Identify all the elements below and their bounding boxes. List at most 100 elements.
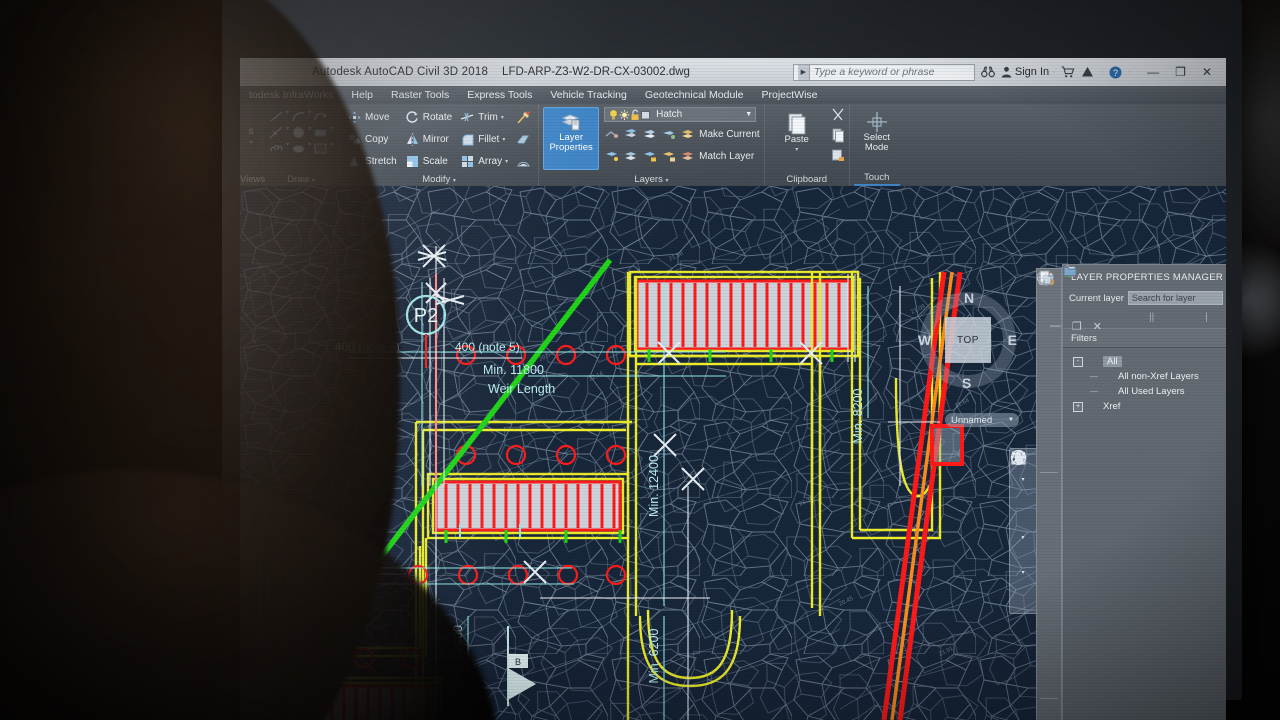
- showmotion-icon[interactable]: [1014, 581, 1032, 599]
- select-mode-button[interactable]: Select Mode: [854, 107, 900, 170]
- superelevation-icon[interactable]: [1040, 675, 1058, 693]
- menu-item-projectwise[interactable]: ProjectWise: [753, 89, 827, 101]
- point-cloud-icon[interactable]: [1040, 412, 1058, 430]
- zoom-chevron-down-icon[interactable]: ▾: [1021, 534, 1024, 541]
- layout-selector-dropdown[interactable]: Unnamed ▼: [945, 413, 1019, 427]
- corridor-icon[interactable]: [1040, 495, 1058, 513]
- trim-button[interactable]: Trim ▾: [457, 107, 511, 127]
- grading-icon[interactable]: [1040, 595, 1058, 613]
- layer-unlock-icon[interactable]: [661, 149, 676, 164]
- layer-thaw-icon[interactable]: [623, 149, 638, 164]
- sphere-tool-icon[interactable]: [1040, 635, 1058, 653]
- menu-item-vehicle-tracking[interactable]: Vehicle Tracking: [541, 89, 635, 101]
- point-group-icon[interactable]: [1040, 372, 1058, 390]
- quantity-takeoff-icon[interactable]: [1040, 655, 1058, 673]
- current-layer-dropdown[interactable]: Hatch ▼: [604, 107, 756, 122]
- binoculars-icon[interactable]: [981, 66, 995, 78]
- paste-special-icon[interactable]: [830, 147, 845, 165]
- pressure-network-icon[interactable]: [1040, 535, 1058, 553]
- unlock-icon[interactable]: [630, 109, 640, 121]
- layer-isolate-icon[interactable]: [623, 127, 638, 142]
- tree-expander-all[interactable]: -: [1073, 357, 1083, 367]
- sign-in-button[interactable]: Sign In ▾: [1001, 66, 1055, 78]
- scale-button[interactable]: Scale: [402, 151, 455, 171]
- pan-hand-icon[interactable]: [1014, 488, 1032, 506]
- layer-freeze-icon[interactable]: [642, 127, 657, 142]
- surface-style-icon[interactable]: [1040, 432, 1058, 450]
- drawing-close-button[interactable]: ✕: [1093, 320, 1102, 333]
- match-layer-icon[interactable]: [680, 149, 695, 164]
- menu-item-help[interactable]: Help: [342, 89, 382, 101]
- survey-point-icon[interactable]: [1040, 698, 1058, 719]
- ribbon-panel-title-layers[interactable]: Layers ▾: [543, 174, 760, 186]
- minimize-button[interactable]: —: [1147, 65, 1159, 79]
- copy-clip-icon[interactable]: [830, 127, 845, 145]
- menu-item-geotechnical-module[interactable]: Geotechnical Module: [636, 89, 753, 101]
- array-button[interactable]: Array ▾: [457, 151, 511, 171]
- menu-item-express-tools[interactable]: Express Tools: [458, 89, 541, 101]
- fillet-button[interactable]: Fillet ▾: [457, 129, 511, 149]
- lightbulb-icon[interactable]: [608, 109, 619, 121]
- steering-wheel-chevron-down-icon[interactable]: ▾: [1021, 476, 1024, 483]
- cut-icon[interactable]: [830, 107, 845, 125]
- mirror-button[interactable]: Mirror: [402, 129, 455, 149]
- zoom-icon[interactable]: [1014, 511, 1032, 529]
- fillet-chevron-down-icon[interactable]: ▾: [502, 136, 505, 143]
- tree-node-all-non-xref-layers[interactable]: — All non-Xref Layers: [1073, 369, 1226, 384]
- orbit-icon[interactable]: [1014, 546, 1032, 564]
- explode-button[interactable]: [513, 107, 534, 127]
- compass-east-label[interactable]: E: [1008, 332, 1017, 348]
- viewcube-face-top[interactable]: TOP: [945, 317, 991, 363]
- offset-button[interactable]: [513, 151, 534, 171]
- set-current-icon[interactable]: [1117, 311, 1130, 324]
- profile-icon[interactable]: [1040, 555, 1058, 573]
- paste-button[interactable]: Paste ▾: [769, 107, 825, 170]
- viewcube[interactable]: TOP N E S W: [920, 292, 1016, 388]
- save-state-icon[interactable]: [1133, 311, 1146, 324]
- layout-selector-chevron-down-icon[interactable]: ▼: [1008, 417, 1014, 423]
- layer-lock-icon[interactable]: [642, 149, 657, 164]
- geodesic-icon[interactable]: [1040, 332, 1058, 350]
- compass-west-label[interactable]: W: [918, 332, 931, 348]
- cart-icon[interactable]: [1061, 66, 1075, 78]
- delete-layer-icon[interactable]: [1101, 311, 1114, 324]
- section-view-icon[interactable]: [1040, 575, 1058, 593]
- compass-north-label[interactable]: N: [964, 290, 974, 306]
- layer-states-icon[interactable]: [1189, 311, 1202, 324]
- layer-unisolate-icon[interactable]: [661, 127, 676, 142]
- paste-chevron-down-icon[interactable]: ▾: [795, 145, 798, 155]
- restore-button[interactable]: ❐: [1175, 65, 1186, 79]
- pipe-network-icon[interactable]: [1040, 515, 1058, 533]
- tree-node-all-used-layers[interactable]: — All Used Layers: [1073, 384, 1226, 399]
- current-layer-chevron-down-icon[interactable]: ▼: [745, 111, 752, 118]
- share-icon[interactable]: [1081, 66, 1094, 78]
- feature-line-icon[interactable]: [1040, 472, 1058, 493]
- new-filter-icon[interactable]: [1157, 311, 1170, 324]
- layer-properties-button[interactable]: Layer Properties: [543, 107, 599, 170]
- close-button[interactable]: ✕: [1202, 65, 1212, 79]
- layer-on-icon[interactable]: [604, 149, 619, 164]
- help-chevron-down-icon[interactable]: ▾: [1128, 69, 1131, 76]
- parcel-icon[interactable]: [1040, 292, 1058, 310]
- match-layer-button[interactable]: Match Layer: [699, 146, 754, 166]
- make-current-icon[interactable]: [680, 127, 695, 142]
- layer-search-input[interactable]: Search for layer: [1128, 291, 1223, 305]
- help-icon[interactable]: ?: [1109, 66, 1122, 79]
- search-dropdown-arrow-icon[interactable]: ▶: [798, 65, 810, 80]
- array-chevron-down-icon[interactable]: ▾: [505, 158, 508, 165]
- menu-item-raster-tools[interactable]: Raster Tools: [382, 89, 458, 101]
- orbit-chevron-down-icon[interactable]: ▾: [1021, 569, 1024, 576]
- erase-button[interactable]: [513, 129, 534, 149]
- compass-south-label[interactable]: S: [962, 375, 971, 391]
- search-input[interactable]: ▶ Type a keyword or phrase: [793, 64, 975, 81]
- sun-icon[interactable]: [619, 109, 630, 121]
- share-chevron-down-icon[interactable]: ▾: [1100, 69, 1103, 76]
- alignment-icon[interactable]: [1040, 452, 1058, 470]
- new-group-filter-icon[interactable]: [1173, 311, 1186, 324]
- trim-chevron-down-icon[interactable]: ▾: [501, 114, 504, 121]
- drawing-minimize-button[interactable]: —: [1050, 320, 1061, 333]
- point-create-icon[interactable]: [1040, 352, 1058, 370]
- volumes-icon[interactable]: [1040, 615, 1058, 633]
- drawing-restore-button[interactable]: ❐: [1072, 320, 1082, 333]
- color-swatch-icon[interactable]: [640, 109, 651, 121]
